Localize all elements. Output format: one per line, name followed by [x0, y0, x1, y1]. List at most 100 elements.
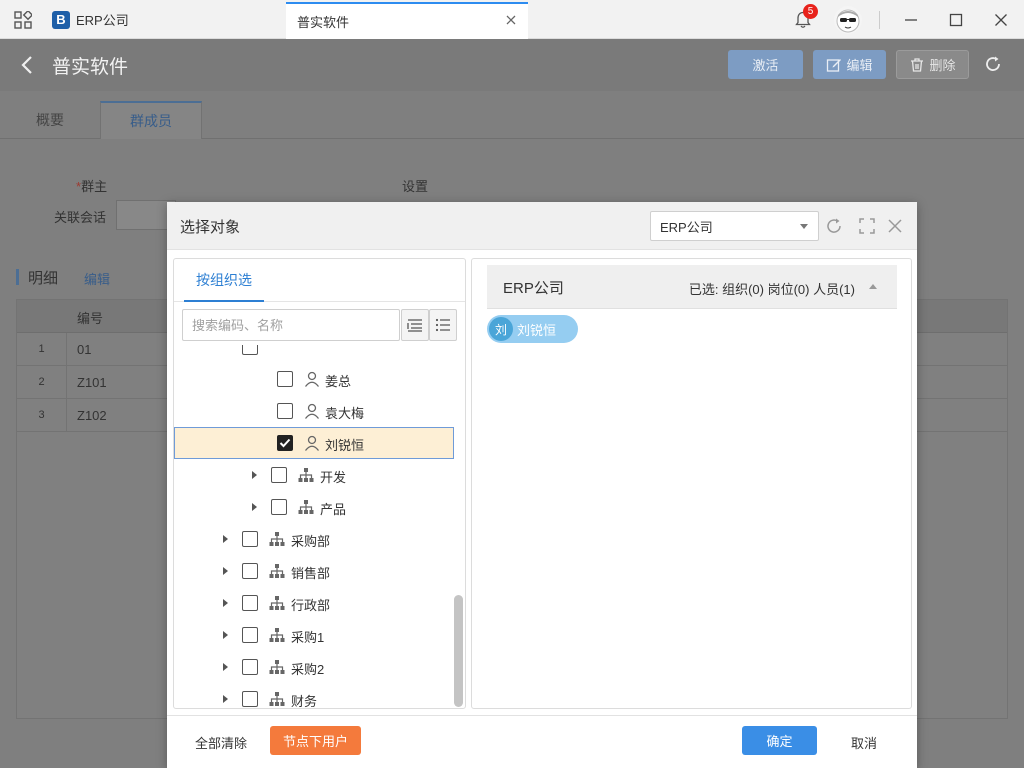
page-title: 普实软件: [52, 57, 129, 78]
dialog-footer: 全部清除 节点下用户 确定 取消: [167, 715, 917, 768]
selected-panel-header: ERP公司 已选: 组织(0) 岗位(0) 人员(1): [487, 265, 897, 309]
tree-node-partial: [174, 345, 454, 363]
window-close-icon[interactable]: [991, 10, 1011, 30]
tree-node-checkbox[interactable]: [242, 659, 258, 675]
tab-pushi-software[interactable]: 普实软件: [286, 2, 528, 39]
row-index: 3: [17, 399, 67, 432]
clear-all-button[interactable]: 全部清除: [195, 733, 247, 752]
tree-node-checkbox[interactable]: [271, 499, 287, 515]
tree-node-checkbox-checked[interactable]: [277, 435, 293, 451]
page-tabs: 概要 群成员: [0, 91, 1024, 139]
tree-node-org[interactable]: 采购2: [174, 651, 454, 683]
expand-arrow-icon[interactable]: [223, 695, 228, 703]
page-header: 普实软件 激活 编辑 删除: [0, 39, 1024, 91]
tree-node-checkbox[interactable]: [242, 691, 258, 707]
expand-arrow-icon[interactable]: [252, 471, 257, 479]
tree-node-org[interactable]: 财务: [174, 683, 454, 709]
tree-node-checkbox[interactable]: [271, 467, 287, 483]
titlebar-separator: [879, 11, 880, 29]
dialog-close-icon[interactable]: [885, 216, 905, 236]
org-chart-icon: [269, 596, 285, 610]
node-users-button[interactable]: 节点下用户: [270, 726, 361, 755]
back-arrow-icon[interactable]: [18, 54, 38, 76]
edit-button[interactable]: 编辑: [813, 50, 886, 79]
dialog-refresh-icon[interactable]: [824, 216, 844, 236]
tree-node-user[interactable]: 袁大梅: [174, 395, 454, 427]
activate-button[interactable]: 激活: [728, 50, 803, 79]
apps-grid-icon[interactable]: [14, 11, 32, 29]
tree-node-org[interactable]: 行政部: [174, 587, 454, 619]
user-avatar[interactable]: [834, 6, 862, 34]
tree-node-checkbox[interactable]: [242, 345, 258, 355]
tree-node-checkbox[interactable]: [242, 563, 258, 579]
refresh-icon[interactable]: [983, 54, 1003, 74]
tree-node-org[interactable]: 采购部: [174, 523, 454, 555]
expand-arrow-icon[interactable]: [223, 567, 228, 575]
row-code: Z101: [77, 375, 107, 390]
tree-node-label: 销售部: [291, 566, 331, 581]
tree-node-org[interactable]: 开发: [174, 459, 454, 491]
tab-close-icon[interactable]: [504, 13, 518, 27]
org-tree-panel: 按组织选 姜总: [173, 258, 466, 709]
tree-node-checkbox[interactable]: [277, 371, 293, 387]
section-marker: [16, 269, 19, 285]
row-index: 1: [17, 333, 67, 366]
org-chart-icon: [298, 468, 314, 482]
trash-icon: [911, 57, 924, 72]
list-icon: [435, 318, 450, 332]
tree-view-button[interactable]: [401, 309, 429, 341]
maximize-icon[interactable]: [946, 10, 966, 30]
tab-by-organization[interactable]: 按组织选: [184, 259, 264, 302]
tree-node-user-selected[interactable]: 刘锐恒: [174, 427, 454, 459]
list-view-button[interactable]: [429, 309, 457, 341]
expand-arrow-icon[interactable]: [223, 599, 228, 607]
delete-button-label: 删除: [929, 58, 956, 73]
detail-edit-link[interactable]: 编辑: [84, 269, 110, 288]
delete-button[interactable]: 删除: [896, 50, 969, 79]
company-select[interactable]: ERP公司: [650, 211, 819, 241]
window-titlebar: B ERP公司 普实软件 5: [0, 0, 1024, 39]
tree-node-label: 财务: [291, 694, 318, 709]
linked-chat-label: 关联会话: [54, 210, 107, 225]
expand-arrow-icon[interactable]: [252, 503, 257, 511]
tab-overview[interactable]: 概要: [0, 101, 100, 139]
tree-node-checkbox[interactable]: [242, 595, 258, 611]
minimize-icon[interactable]: [901, 10, 921, 30]
expand-arrow-icon[interactable]: [223, 631, 228, 639]
tab-erp-company[interactable]: B ERP公司: [52, 0, 282, 39]
tree-node-label: 开发: [320, 470, 347, 485]
tree-scrollbar[interactable]: [454, 595, 463, 707]
owner-label: *群主: [76, 176, 107, 195]
tree-node-org[interactable]: 采购1: [174, 619, 454, 651]
selected-panel: ERP公司 已选: 组织(0) 岗位(0) 人员(1) 刘 刘锐恒: [471, 258, 912, 709]
erp-logo-icon: B: [52, 10, 70, 29]
tree-node-org[interactable]: 产品: [174, 491, 454, 523]
tree-node-user[interactable]: 姜总: [174, 363, 454, 395]
fullscreen-icon[interactable]: [857, 216, 877, 236]
checkmark-icon: [279, 438, 291, 448]
tree-node-org[interactable]: 销售部: [174, 555, 454, 587]
org-chart-icon: [298, 500, 314, 514]
expand-arrow-icon[interactable]: [223, 663, 228, 671]
tree-node-checkbox[interactable]: [242, 627, 258, 643]
cancel-button[interactable]: 取消: [851, 733, 877, 752]
selected-user-chip[interactable]: 刘 刘锐恒: [487, 315, 578, 343]
tree-node-label: 采购部: [291, 534, 331, 549]
expand-arrow-icon[interactable]: [223, 535, 228, 543]
indent-list-icon: [407, 319, 422, 332]
org-chart-icon: [269, 564, 285, 578]
search-input[interactable]: [182, 309, 400, 341]
tree-node-label: 刘锐恒: [325, 438, 365, 453]
avatar-face-icon: [836, 9, 860, 33]
user-icon: [304, 403, 320, 419]
confirm-button[interactable]: 确定: [742, 726, 817, 755]
tree-node-checkbox[interactable]: [277, 403, 293, 419]
tree-node-checkbox[interactable]: [242, 531, 258, 547]
selected-summary: 已选: 组织(0) 岗位(0) 人员(1): [688, 282, 855, 297]
collapse-up-icon[interactable]: [869, 284, 877, 289]
chevron-down-icon: [800, 224, 808, 229]
tab-group-members[interactable]: 群成员: [100, 101, 202, 139]
user-icon: [304, 435, 320, 451]
tree-node-label: 姜总: [325, 374, 352, 389]
org-chart-icon: [269, 692, 285, 706]
